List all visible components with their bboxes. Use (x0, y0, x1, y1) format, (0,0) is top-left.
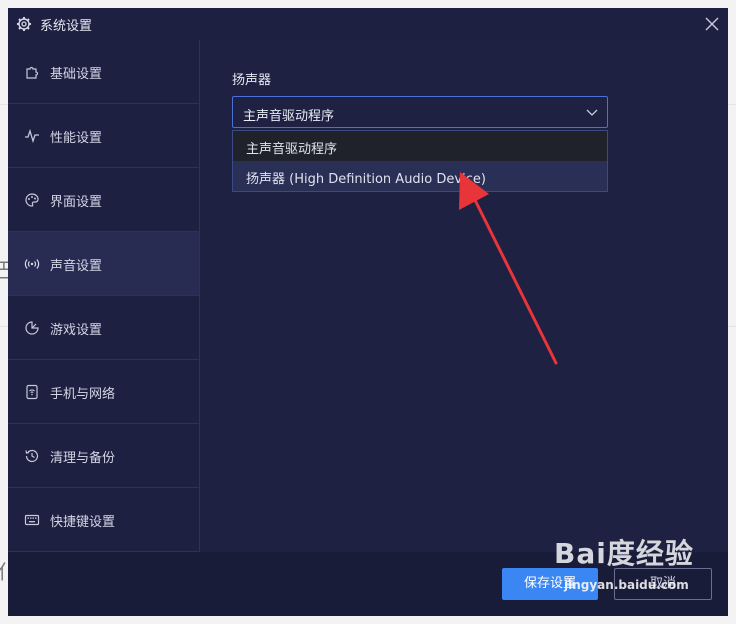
settings-sidebar: 基础设置 性能设置 界面设置 声音设置 游戏设置 手机与网络 清理与备份 快捷键… (8, 40, 200, 552)
sidebar-item-interface[interactable]: 界面设置 (8, 168, 199, 232)
sidebar-item-label: 快捷键设置 (50, 515, 116, 530)
speaker-option[interactable]: 主声音驱动程序 (233, 131, 607, 161)
save-button[interactable]: 保存设置 (502, 568, 598, 600)
sidebar-item-label: 性能设置 (50, 131, 103, 146)
screen: 巴 亻 系统设置 (0, 0, 736, 624)
sidebar-item-label: 基础设置 (50, 67, 103, 82)
phone-wifi-icon (26, 384, 38, 400)
sidebar-item-basic[interactable]: 基础设置 (8, 40, 199, 104)
title-bar: 系统设置 (8, 8, 728, 40)
sidebar-item-label: 手机与网络 (50, 387, 116, 402)
sidebar-item-phone-network[interactable]: 手机与网络 (8, 360, 199, 424)
window-title: 系统设置 (40, 19, 93, 34)
puzzle-icon (26, 66, 39, 79)
speaker-select[interactable]: 主声音驱动程序 (232, 96, 608, 128)
speaker-option-label: 扬声器 (High Definition Audio Device) (246, 172, 486, 187)
keyboard-icon (24, 514, 40, 526)
sound-settings-panel: 扬声器 主声音驱动程序 主声音驱动程序 扬声器 (High Definition… (200, 40, 728, 552)
gear-icon (17, 17, 31, 31)
history-icon (25, 449, 39, 463)
sidebar-item-cleanup-backup[interactable]: 清理与备份 (8, 424, 199, 488)
sidebar-item-sound[interactable]: 声音设置 (8, 232, 199, 296)
palette-icon (25, 193, 39, 207)
sound-icon (24, 259, 40, 269)
sidebar-item-hotkeys[interactable]: 快捷键设置 (8, 488, 199, 552)
speaker-select-value: 主声音驱动程序 (243, 109, 335, 124)
dialog-footer: 保存设置 取消 (8, 552, 728, 616)
cancel-button[interactable]: 取消 (614, 568, 712, 600)
speaker-option-label: 主声音驱动程序 (246, 142, 338, 157)
sidebar-item-performance[interactable]: 性能设置 (8, 104, 199, 168)
chevron-down-icon (586, 109, 598, 116)
pulse-icon (25, 128, 39, 144)
speaker-option[interactable]: 扬声器 (High Definition Audio Device) (233, 161, 607, 191)
sidebar-item-game[interactable]: 游戏设置 (8, 296, 199, 360)
gamepad-icon (25, 321, 39, 335)
sidebar-item-label: 游戏设置 (50, 323, 103, 338)
speaker-dropdown: 主声音驱动程序 扬声器 (High Definition Audio Devic… (232, 130, 608, 192)
settings-dialog: 系统设置 基础设置 性能设置 界面设置 声音设置 游戏设置 手机与网络 清理与备… (8, 8, 728, 616)
sidebar-item-label: 清理与备份 (50, 451, 116, 466)
sidebar-item-label: 声音设置 (50, 259, 103, 274)
speaker-label: 扬声器 (232, 73, 272, 88)
sidebar-item-label: 界面设置 (50, 195, 103, 210)
close-icon[interactable] (702, 14, 722, 34)
